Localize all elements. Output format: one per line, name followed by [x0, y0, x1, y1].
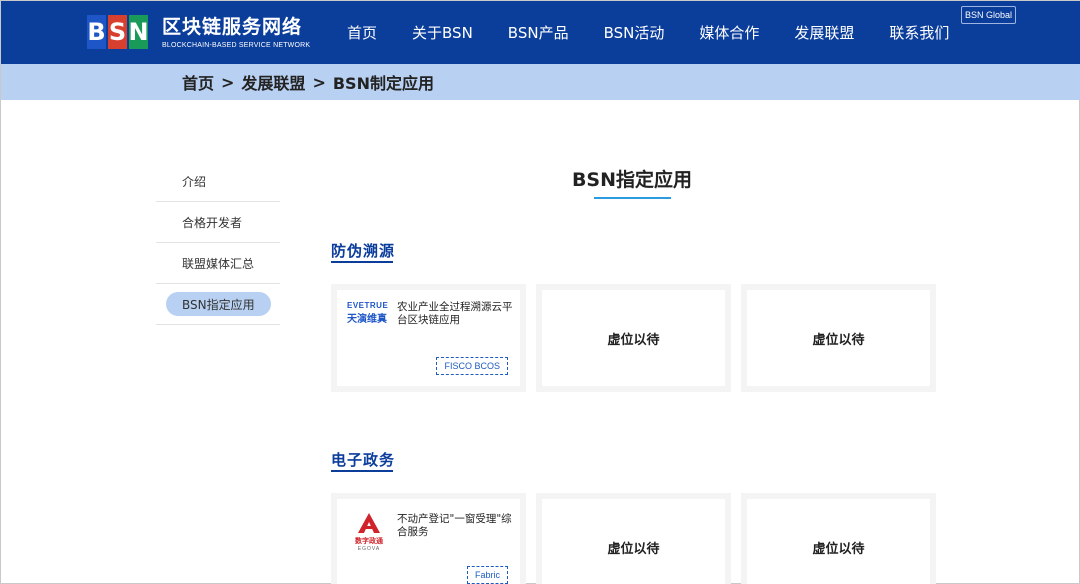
placeholder-card: 虚位以待 — [536, 493, 731, 584]
bsn-global-button[interactable]: BSN Global — [961, 6, 1016, 24]
nav-home[interactable]: 首页 — [347, 22, 377, 43]
breadcrumb-current: BSN制定应用 — [332, 74, 434, 93]
section-underline — [331, 470, 393, 472]
sidebar-item-media[interactable]: 联盟媒体汇总 — [156, 243, 280, 284]
nav-events[interactable]: BSN活动 — [604, 22, 665, 43]
logo-en-name: BLOCKCHAIN-BASED SERVICE NETWORK — [162, 41, 311, 49]
placeholder-label: 虚位以待 — [812, 541, 865, 557]
framework-tag: FISCO BCOS — [436, 357, 508, 375]
logo-en-wordmark: EGOVA — [357, 546, 381, 552]
evetrue-logo: EVETRUE 天演维真 — [347, 301, 391, 325]
sidebar-item-label: 合格开发者 — [182, 215, 243, 230]
nav-contact[interactable]: 联系我们 — [889, 22, 949, 43]
main-nav: 首页 关于BSN BSN产品 BSN活动 媒体合作 发展联盟 联系我们 — [347, 1, 984, 64]
logo-wordmark: EVETRUE — [347, 301, 389, 310]
app-card[interactable]: 数字政通 EGOVA 不动产登记"一窗受理"综合服务 Fabric — [331, 493, 526, 584]
sidebar-item-intro[interactable]: 介绍 — [156, 161, 280, 202]
section-title-anti-counterfeit: 防伪溯源 — [331, 242, 396, 260]
section-title-e-government: 电子政务 — [331, 451, 396, 469]
logo-letter-n: N — [128, 15, 149, 49]
placeholder-card: 虚位以待 — [741, 284, 936, 392]
sidebar-item-label: 联盟媒体汇总 — [182, 256, 255, 271]
page-title: BSN指定应用 — [571, 169, 693, 191]
egova-a-icon — [358, 513, 380, 533]
sidebar-item-designated-apps[interactable]: BSN指定应用 — [156, 284, 280, 325]
placeholder-card: 虚位以待 — [741, 493, 936, 584]
placeholder-label: 虚位以待 — [812, 332, 865, 348]
top-header: B S N 区块链服务网络 BLOCKCHAIN-BASED SERVICE N… — [1, 1, 1080, 64]
logo-cn-name: 区块链服务网络 — [162, 15, 303, 38]
breadcrumb-alliance[interactable]: 发展联盟 — [241, 70, 305, 94]
breadcrumb-bar: 首页 > 发展联盟 > BSN制定应用 — [1, 64, 1080, 100]
logo-letter-s: S — [108, 15, 127, 49]
nav-alliance[interactable]: 发展联盟 — [794, 22, 854, 43]
placeholder-card: 虚位以待 — [536, 284, 731, 392]
bsn-logo[interactable]: B S N 区块链服务网络 BLOCKCHAIN-BASED SERVICE N… — [87, 15, 310, 49]
logo-cn-wordmark: 数字政通 — [355, 538, 383, 545]
breadcrumb-separator: > — [221, 72, 235, 92]
logo-letter-b: B — [87, 15, 106, 49]
app-card[interactable]: EVETRUE 天演维真 农业产业全过程溯源云平台区块链应用 FISCO BCO… — [331, 284, 526, 392]
nav-products[interactable]: BSN产品 — [508, 22, 569, 43]
logo-letters: B S N — [87, 15, 149, 49]
breadcrumb: 首页 > 发展联盟 > BSN制定应用 — [182, 64, 434, 100]
logo-text: 区块链服务网络 BLOCKCHAIN-BASED SERVICE NETWORK — [162, 16, 310, 49]
placeholder-label: 虚位以待 — [607, 541, 660, 557]
app-name: 农业产业全过程溯源云平台区块链应用 — [397, 301, 513, 326]
sidebar-item-label: 介绍 — [182, 174, 207, 189]
section-underline — [331, 261, 393, 263]
logo-cn-wordmark: 天演维真 — [347, 314, 387, 325]
nav-media[interactable]: 媒体合作 — [699, 22, 759, 43]
title-underline — [594, 197, 671, 199]
nav-about[interactable]: 关于BSN — [412, 22, 473, 43]
breadcrumb-separator: > — [312, 72, 326, 92]
sidebar-item-label: BSN指定应用 — [166, 292, 271, 316]
placeholder-label: 虚位以待 — [607, 332, 660, 348]
sidebar-item-developers[interactable]: 合格开发者 — [156, 202, 280, 243]
framework-tag: Fabric — [466, 566, 508, 584]
egova-logo: 数字政通 EGOVA — [347, 513, 391, 552]
sidebar: 介绍 合格开发者 联盟媒体汇总 BSN指定应用 — [156, 161, 280, 325]
app-name: 不动产登记"一窗受理"综合服务 — [397, 513, 512, 538]
breadcrumb-home[interactable]: 首页 — [182, 70, 214, 94]
